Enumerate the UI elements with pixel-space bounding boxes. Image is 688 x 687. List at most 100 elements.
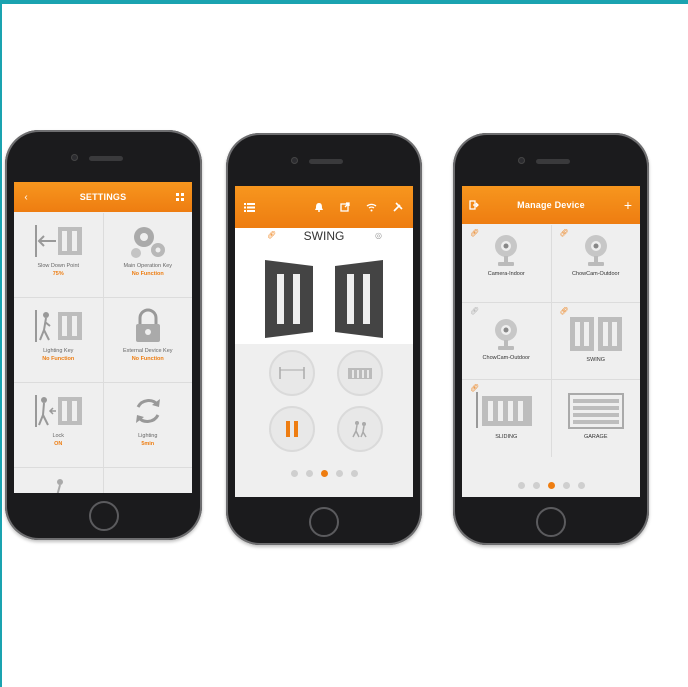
link-icon[interactable]: 🔗︎ (470, 229, 479, 237)
setting-partial-right[interactable] (103, 468, 192, 493)
garage-door-icon (567, 393, 624, 430)
phone-swing: 🔗︎ SWING ◎ (226, 133, 422, 545)
setting-partial-left[interactable] (14, 468, 103, 493)
home-button[interactable] (536, 507, 566, 537)
setting-label: Lock (52, 433, 65, 439)
setting-value: ON (54, 441, 63, 447)
page-dot[interactable] (577, 482, 585, 489)
page-dot[interactable] (562, 482, 570, 489)
pedestrian-gate-icon (35, 310, 83, 342)
control-panel (235, 344, 413, 497)
sliding-gate-icon (476, 392, 533, 429)
logout-icon[interactable] (466, 186, 482, 224)
device-label: ChowCam-Outdoor (572, 271, 620, 277)
speaker-grille (309, 159, 343, 164)
open-gate-icon (279, 367, 305, 379)
external-link-icon[interactable] (337, 186, 353, 228)
setting-lighting-key[interactable]: Lighting Key No Function (14, 298, 103, 382)
person-icon (57, 479, 64, 493)
page-dot-active[interactable] (547, 482, 555, 489)
open-gate-button[interactable] (269, 350, 315, 396)
manage-device-screen: Manage Device + 🔗︎ Camera-Indoor 🔗︎ Chow… (462, 186, 640, 497)
page-dot[interactable] (290, 470, 298, 477)
front-camera-icon (291, 157, 298, 164)
home-button[interactable] (89, 501, 119, 531)
marker-icon[interactable]: ◎ (375, 231, 382, 240)
front-camera-icon (71, 154, 78, 161)
setting-external-device-key[interactable]: External Device Key No Function (103, 298, 192, 382)
speaker-grille (89, 156, 123, 161)
setting-value: No Function (131, 356, 164, 362)
close-gate-icon (348, 368, 372, 379)
page-dot-active[interactable] (320, 470, 328, 477)
settings-header: ‹ SETTINGS (14, 182, 192, 212)
frame-top-border (0, 0, 688, 4)
page-dot[interactable] (517, 482, 525, 489)
grid-menu-icon[interactable] (172, 182, 188, 212)
camera-icon (584, 235, 607, 266)
gate-arrow-icon (35, 225, 83, 257)
setting-label: External Device Key (122, 348, 173, 354)
device-sliding[interactable]: 🔗︎ SLIDING (462, 380, 551, 457)
setting-lock[interactable]: Lock ON (14, 383, 103, 467)
page-title: SETTINGS (79, 192, 127, 202)
swing-gate-icon (265, 260, 383, 338)
device-label: GARAGE (583, 434, 608, 441)
padlock-icon (135, 308, 160, 342)
device-chowcam-outdoor-2[interactable]: 🔗︎ ChowCam-Outdoor (462, 302, 551, 380)
bell-icon[interactable] (311, 186, 327, 228)
setting-label: Main Operation Key (123, 263, 173, 269)
camera-icon (495, 318, 518, 350)
phone-manage-device: Manage Device + 🔗︎ Camera-Indoor 🔗︎ Chow… (453, 133, 649, 545)
link-icon[interactable]: 🔗︎ (560, 229, 569, 237)
link-icon[interactable]: 🔗︎ (470, 384, 479, 392)
setting-slow-down-point[interactable]: Slow Down Point 75% (14, 213, 103, 297)
page-dot[interactable] (350, 470, 358, 477)
device-chowcam-outdoor-1[interactable]: 🔗︎ ChowCam-Outdoor (551, 225, 640, 302)
page-indicator (462, 482, 640, 489)
page-title: Manage Device (517, 200, 585, 210)
setting-value: No Function (131, 271, 164, 277)
setting-value: 75% (52, 271, 64, 277)
device-garage[interactable]: GARAGE (551, 380, 640, 457)
device-label: ChowCam-Outdoor (482, 354, 530, 361)
page-dot[interactable] (305, 470, 313, 477)
setting-value: No Function (42, 356, 75, 362)
settings-screen: ‹ SETTINGS Slow Down Point 75% Main Oper… (14, 182, 192, 493)
setting-main-operation-key[interactable]: Main Operation Key No Function (103, 213, 192, 297)
pause-button[interactable] (269, 406, 315, 452)
gate-lock-icon (35, 395, 83, 427)
pedestrian-icon (352, 421, 367, 438)
add-device-icon[interactable]: + (620, 186, 636, 224)
home-button[interactable] (309, 507, 339, 537)
wifi-icon[interactable] (363, 186, 379, 228)
page-dot[interactable] (532, 482, 540, 489)
device-label: Camera-Indoor (487, 271, 525, 277)
device-grid: 🔗︎ Camera-Indoor 🔗︎ ChowCam-Outdoor 🔗︎ C… (462, 225, 640, 457)
phone-settings: ‹ SETTINGS Slow Down Point 75% Main Oper… (5, 130, 202, 540)
back-arrow-icon[interactable]: ‹ (18, 182, 34, 212)
setting-value: 5min (141, 441, 155, 447)
setting-label: Lighting Key (43, 348, 74, 354)
device-label: SLIDING (495, 434, 518, 441)
settings-grid: Slow Down Point 75% Main Operation Key N… (14, 213, 192, 493)
swing-gate-icon (569, 316, 622, 351)
gears-icon (130, 227, 165, 258)
frame-left-border (0, 0, 2, 687)
front-camera-icon (518, 157, 525, 164)
close-gate-button[interactable] (337, 350, 383, 396)
pedestrian-button[interactable] (337, 406, 383, 452)
camera-icon (495, 235, 518, 266)
link-icon[interactable]: 🔗︎ (470, 307, 479, 315)
swing-screen: 🔗︎ SWING ◎ (235, 186, 413, 497)
setting-lighting[interactable]: Lighting 5min (103, 383, 192, 467)
refresh-icon (135, 399, 160, 423)
list-icon[interactable] (241, 186, 257, 228)
device-label: SWING (586, 356, 606, 363)
device-title: SWING (303, 229, 345, 243)
device-camera-indoor[interactable]: 🔗︎ Camera-Indoor (462, 225, 551, 302)
link-icon[interactable]: 🔗︎ (560, 307, 569, 315)
device-swing[interactable]: 🔗︎ SWING (551, 302, 640, 380)
tools-icon[interactable] (390, 186, 406, 228)
page-dot[interactable] (335, 470, 343, 477)
